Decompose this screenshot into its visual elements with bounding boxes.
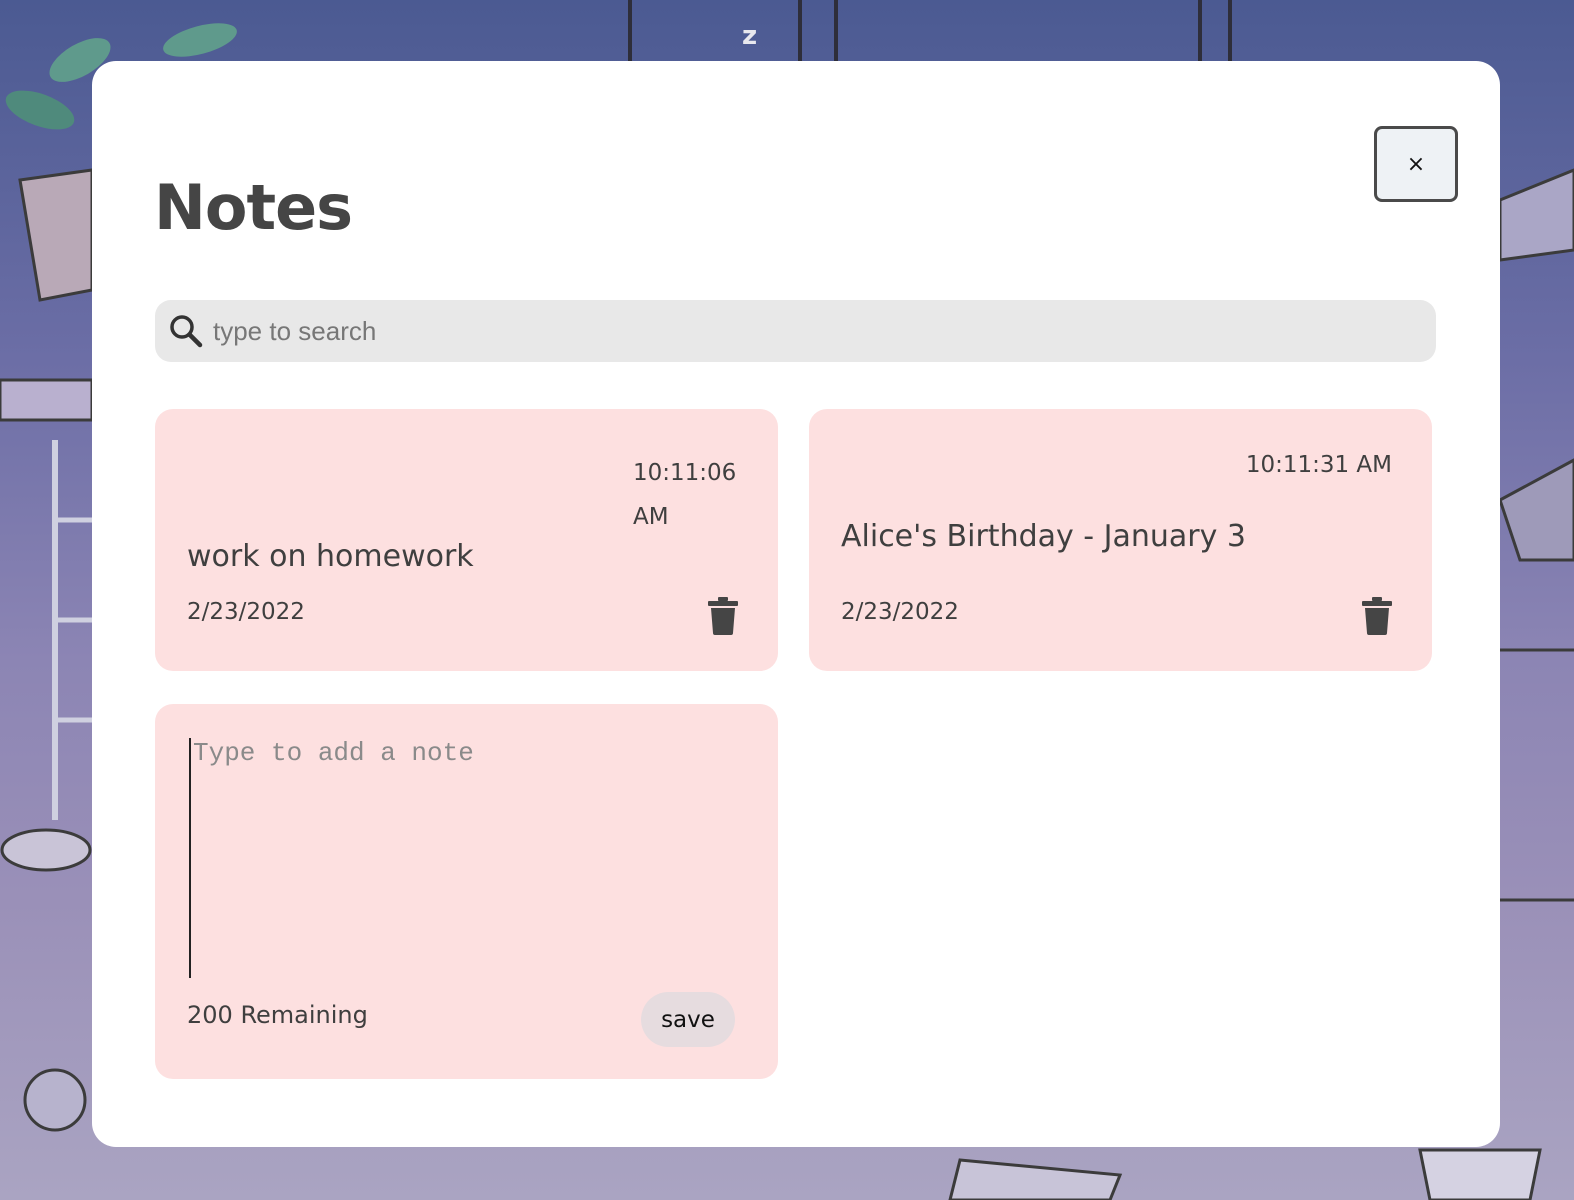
note-time: 10:11:31 AM: [1245, 452, 1392, 478]
note-card: 10:11:31 AM Alice's Birthday - January 3…: [809, 409, 1432, 671]
trash-icon[interactable]: [1362, 597, 1392, 635]
new-note-card: 200 Remaining save: [155, 704, 778, 1079]
close-icon: ×: [1406, 151, 1426, 177]
note-date: 2/23/2022: [841, 599, 959, 625]
save-button[interactable]: save: [641, 992, 735, 1047]
note-card: 10:11:06 AM work on homework 2/23/2022: [155, 409, 778, 671]
note-time: 10:11:06 AM: [633, 460, 737, 530]
new-note-input[interactable]: [189, 738, 749, 978]
trash-icon[interactable]: [708, 597, 738, 635]
note-date: 2/23/2022: [187, 599, 305, 625]
search-bar: [155, 300, 1436, 362]
svg-text:z: z: [742, 21, 757, 51]
note-text: Alice's Birthday - January 3: [841, 519, 1247, 554]
notes-modal: × Notes 10:11:06 AM work on homework 2/2…: [92, 61, 1500, 1147]
search-icon: [169, 314, 203, 348]
close-button[interactable]: ×: [1374, 126, 1458, 202]
page-title: Notes: [154, 171, 353, 244]
note-text: work on homework: [187, 539, 474, 574]
remaining-counter: 200 Remaining: [187, 1001, 368, 1029]
search-input[interactable]: [211, 310, 1395, 352]
